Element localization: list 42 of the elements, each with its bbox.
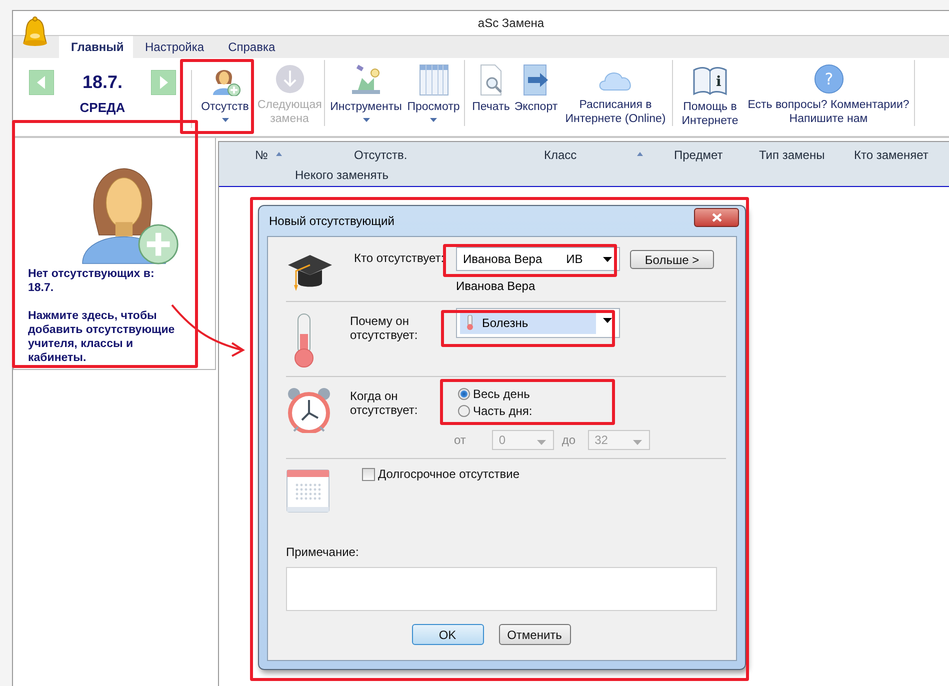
toolbar-button[interactable]: Отсутств xyxy=(195,60,255,122)
note-label: Примечание: xyxy=(286,545,360,559)
teacher-name: Иванова Вера xyxy=(456,279,536,293)
radio-option[interactable]: Весь день xyxy=(458,387,532,401)
date-text: 18.7. xyxy=(28,281,55,295)
window-title: aSc Замена xyxy=(478,16,544,30)
toolbar-button[interactable]: Расписания в Интернете (Online) xyxy=(559,60,673,126)
side-panel[interactable]: Нет отсутствующих в: 18.7. Нажмите здесь, чтобы добавить отсутствующие учителя, классы и кабинеты. xyxy=(13,138,216,370)
field-label: Кто отсутствует: xyxy=(353,250,446,265)
book-info-icon: i xyxy=(692,64,728,96)
toolbar-button[interactable]: i Помощь в Интернете xyxy=(677,60,743,128)
no-absences-message: Нет отсутствующих в: xyxy=(28,267,156,281)
add-absences-hint[interactable]: Нажмите здесь, чтобы добавить отсутствующие учителя, классы и кабинеты. xyxy=(28,309,181,365)
field-label: Почему он отсутствует: xyxy=(350,313,419,342)
more-button[interactable]: Больше > xyxy=(630,250,714,269)
dialog-button[interactable]: OK xyxy=(412,624,484,645)
dialog-button[interactable]: Отменить xyxy=(498,624,570,645)
ribbon-tab[interactable]: Главный xyxy=(59,36,133,58)
column-header[interactable]: Класс xyxy=(544,148,643,162)
column-header[interactable]: Кто заменяет xyxy=(854,148,928,162)
column-header[interactable]: Тип замены xyxy=(759,148,825,162)
column-header[interactable]: Отсутств. xyxy=(354,148,408,162)
range-label: до xyxy=(562,433,576,447)
column-header[interactable]: № xyxy=(255,148,282,162)
toolbar-button[interactable]: Экспорт xyxy=(513,60,559,114)
toolbar-button[interactable]: Инструменты xyxy=(329,60,403,122)
column-header[interactable]: Предмет xyxy=(674,148,723,162)
empty-table-text: Некого заменять xyxy=(295,168,390,182)
long-term-checkbox[interactable]: Долгосрочное отсутствие xyxy=(362,467,726,481)
toolbar-button[interactable]: Просмотр xyxy=(403,60,465,126)
ribbon-tab[interactable]: Настройка xyxy=(133,36,216,58)
help-icon: ? xyxy=(812,64,844,94)
radio-option[interactable]: Часть дня: xyxy=(458,404,532,418)
range-label: от xyxy=(454,433,466,447)
weekday-label: СРЕДА xyxy=(78,100,126,115)
ribbon-tab[interactable]: Справка xyxy=(216,36,288,58)
toolbar-button[interactable]: ? Есть вопросы? Комментарии? Напишите нам xyxy=(743,60,915,126)
field-label: Когда он отсутствует: xyxy=(350,388,419,417)
toolbar-button[interactable]: Печать xyxy=(469,60,513,114)
dialog-title: Новый отсутствующий xyxy=(268,214,394,228)
teacher-dropdown[interactable]: Иванова Вера ИВ xyxy=(456,247,620,271)
date-label: 18.7. xyxy=(81,72,124,93)
